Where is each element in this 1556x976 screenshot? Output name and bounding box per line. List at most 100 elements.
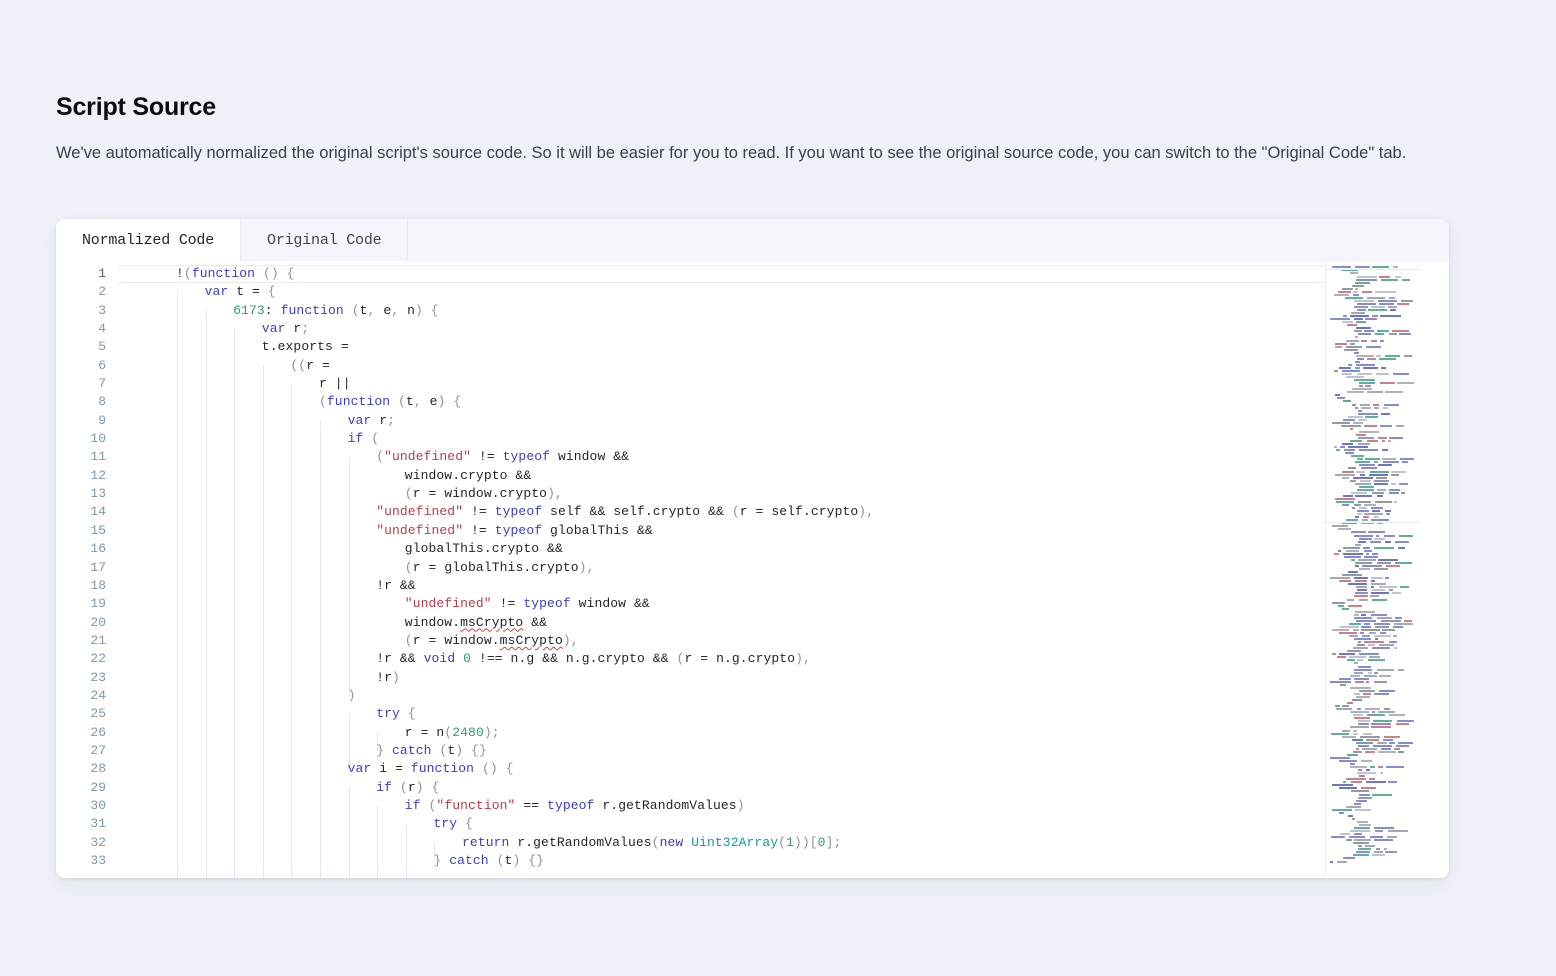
code-token: g (581, 651, 590, 667)
code-token: || (326, 376, 351, 392)
code-token: ( (351, 302, 360, 318)
code-line: !r) (118, 669, 1449, 687)
code-token: ! (376, 669, 385, 685)
code-token: "function" (436, 797, 516, 813)
code-token: && (507, 467, 532, 483)
minimap-separator (1326, 522, 1421, 524)
code-token: return (462, 834, 510, 850)
code-token: } (536, 853, 545, 868)
code-token: 0 (817, 834, 826, 850)
code-token: window (404, 614, 453, 630)
code-token: && (539, 541, 563, 557)
code-token: == (515, 797, 548, 813)
code-line: !r && void 0 !== n.g && n.g.crypto && (r… (118, 650, 1449, 668)
code-token: r (412, 559, 421, 575)
code-token: msCrypto (499, 632, 563, 648)
page-description: We've automatically normalized the origi… (56, 144, 1407, 162)
code-token: ( (778, 834, 787, 850)
code-token: && (644, 651, 677, 667)
code-token: , (554, 486, 563, 502)
code-token: ( (319, 394, 327, 410)
code-token: . (610, 797, 619, 813)
code-minimap[interactable] (1325, 261, 1421, 878)
code-token: ) (414, 302, 423, 318)
minimap-token (1336, 860, 1348, 863)
code-editor[interactable]: 1 2 3 4 5 6 7 8 9 10 11 12 13 14 15 16 17 18 19 20 21 22 23 24 2… (56, 261, 1449, 878)
vertical-scrollbar[interactable] (1421, 261, 1449, 878)
horizontal-scrollbar[interactable] (56, 872, 1325, 878)
tab-normalized-code[interactable]: Normalized Code (56, 219, 242, 261)
code-token: , (391, 302, 400, 318)
line-number: 32 (90, 834, 106, 850)
code-token: function (410, 761, 475, 777)
tab-original-code[interactable]: Original Code (241, 219, 409, 261)
code-token: != (463, 504, 495, 520)
code-token: = (420, 486, 445, 502)
code-token: . (452, 614, 461, 630)
line-number: 6 (98, 357, 106, 373)
code-token: ) (347, 687, 356, 703)
code-token: 0 (463, 651, 472, 667)
code-token: r (404, 724, 413, 740)
code-line: "undefined" != typeof window && (118, 595, 1449, 613)
code-token: crypto (491, 541, 540, 557)
code-token: != (471, 449, 503, 465)
code-line: ("undefined" != typeof window && (118, 448, 1449, 466)
code-token: && (629, 522, 653, 538)
code-token: ) (578, 559, 587, 575)
code-line: var i = function () { (118, 760, 1449, 778)
line-number: 9 (98, 412, 106, 428)
code-token: n (407, 302, 415, 318)
code-token: && (392, 577, 416, 593)
code-token: . (644, 504, 653, 520)
code-token: crypto (499, 486, 548, 502)
code-token: , (586, 559, 595, 575)
code-token: , (866, 504, 875, 520)
page-header: Script Source We've automatically normal… (56, 92, 1456, 167)
code-token: crypto (747, 651, 796, 667)
line-number: 3 (98, 302, 106, 318)
code-token: { (505, 761, 514, 777)
code-token: typeof (547, 797, 595, 813)
code-line: (r = globalThis.crypto), (118, 559, 1449, 577)
code-line: } catch (t) {} (118, 742, 1449, 760)
tab-normalized-code-label: Normalized Code (82, 231, 215, 249)
code-token: = (314, 357, 330, 373)
page-title: Script Source (56, 93, 216, 121)
code-token: Uint32Array (691, 834, 779, 850)
code-content[interactable]: !(function () {var t = {6173: function (… (118, 261, 1449, 878)
code-token: var (261, 321, 286, 337)
code-line: window.msCrypto && (118, 614, 1449, 632)
code-token: { (471, 742, 479, 758)
code-token: ) (795, 651, 804, 667)
line-number: 29 (90, 779, 106, 795)
code-token: . (573, 651, 582, 667)
code-token: g (731, 651, 740, 667)
code-token: if (404, 797, 421, 813)
line-number: 19 (90, 596, 106, 612)
line-number: 17 (90, 559, 106, 575)
line-number: 25 (90, 706, 106, 722)
code-token: , (570, 632, 579, 648)
code-token: r (412, 486, 421, 502)
minimap-separator (1326, 269, 1421, 271)
code-token: { (430, 302, 439, 318)
line-number-gutter: 1 2 3 4 5 6 7 8 9 10 11 12 13 14 15 16 17 18 19 20 21 22 23 24 2… (56, 261, 118, 878)
code-token: window (557, 449, 606, 465)
line-number: 8 (98, 394, 106, 410)
code-token: catch (392, 742, 432, 758)
code-token: { (528, 853, 537, 868)
code-token: = (420, 632, 445, 648)
code-line: return r.getRandomValues(new Uint32Array… (118, 834, 1449, 852)
code-token: msCrypto (460, 614, 524, 630)
code-token: . (589, 651, 598, 667)
code-token: ( (398, 394, 406, 410)
code-token: crypto (531, 559, 579, 575)
code-token: typeof (523, 596, 571, 612)
